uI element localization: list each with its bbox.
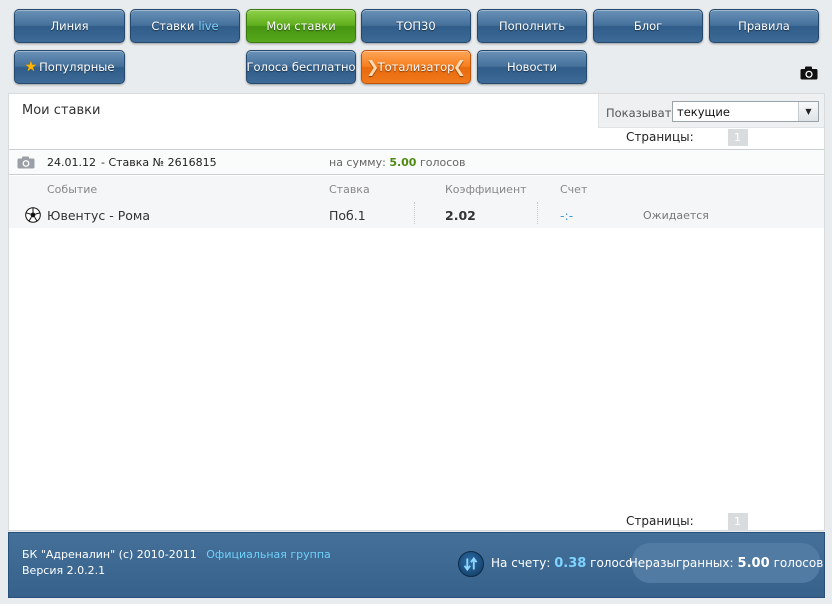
bet-date: 24.01.12	[47, 156, 96, 169]
nav-deposit-button[interactable]: Пополнить	[477, 9, 587, 43]
bet-sum-unit: голосов	[419, 156, 466, 169]
bet-status: Ожидается	[643, 209, 709, 222]
column-divider	[414, 202, 415, 224]
event-name[interactable]: Ювентус - Рома	[47, 208, 150, 223]
column-header-event: Событие	[47, 183, 98, 196]
bet-type: Поб.1	[329, 208, 366, 223]
bet-sum-label: на сумму:	[329, 156, 386, 169]
page-number[interactable]: 1	[727, 513, 748, 530]
bet-number: - Ставка № 2616815	[101, 156, 217, 169]
nav-bets-label: Ставки	[151, 19, 195, 33]
coefficient-value: 2.02	[445, 208, 476, 223]
nav-deposit-label: Пополнить	[498, 19, 566, 33]
camera-icon[interactable]	[17, 156, 35, 169]
bet-header: 24.01.12 - Ставка № 2616815 на сумму: 5.…	[9, 149, 824, 175]
column-header-bet: Ставка	[329, 183, 370, 196]
pending-label: Неразыгранных:	[628, 556, 734, 570]
balance-value: 0.38	[554, 556, 587, 571]
balance-label: На счету:	[491, 556, 551, 570]
nav-totalizator-button[interactable]: ❯ Тотализатор ❮	[361, 50, 471, 84]
filter-select[interactable]: текущие ▼	[672, 101, 819, 122]
nav-popular-label: Популярные	[39, 60, 115, 74]
nav-top30-button[interactable]: ТОП30	[361, 9, 471, 43]
nav-top30-label: ТОП30	[396, 19, 436, 33]
star-icon: ★	[24, 59, 38, 75]
nav-blog-button[interactable]: Блог	[593, 9, 703, 43]
bet-sum: на сумму: 5.00 голосов	[329, 156, 465, 169]
my-bets-panel: Мои ставки Показывать текущие ▼ Страницы…	[8, 93, 825, 531]
pagination-bottom: Страницы: 1	[626, 513, 748, 530]
column-divider	[537, 202, 538, 224]
nav-popular-button[interactable]: ★ Популярные	[14, 50, 125, 84]
camera-icon[interactable]	[800, 66, 818, 80]
nav-bets-live-button[interactable]: Ставки live	[130, 9, 240, 43]
nav-news-button[interactable]: Новости	[477, 50, 587, 84]
column-header-coef: Коэффициент	[445, 183, 527, 196]
column-header-score: Счет	[560, 183, 588, 196]
balance: На счету: 0.38 голосов	[491, 556, 640, 571]
nav-my-bets-button[interactable]: Мои ставки	[246, 9, 356, 43]
nav-free-votes-label: Голоса бесплатно	[246, 60, 356, 74]
dropdown-arrow-icon[interactable]: ▼	[798, 102, 818, 121]
filter-label: Показывать	[606, 106, 679, 120]
nav-blog-label: Блог	[633, 19, 663, 33]
bet-sum-value: 5.00	[389, 156, 417, 169]
pages-label: Страницы:	[626, 130, 694, 144]
footer: БК "Адреналин" (c) 2010-2011 Официальная…	[8, 532, 825, 598]
chevron-left-icon: ❮	[452, 57, 466, 76]
nav-news-label: Новости	[507, 60, 557, 74]
pagination-top: Страницы: 1	[626, 129, 748, 146]
pending-bets-badge: Неразыгранных: 5.00 голосов	[628, 543, 823, 583]
nav-line-label: Линия	[50, 19, 89, 33]
pending-unit: голосов	[773, 556, 824, 570]
filter-box: Показывать текущие ▼	[598, 94, 824, 128]
nav-live-label: live	[198, 19, 219, 33]
nav-my-bets-label: Мои ставки	[266, 19, 336, 33]
pending-value: 5.00	[737, 555, 770, 571]
soccer-ball-icon	[25, 207, 41, 223]
bet-table: Событие Ставка Коэффициент Счет Ювентус …	[9, 176, 824, 228]
official-group-link[interactable]: Официальная группа	[206, 548, 331, 561]
account-icon[interactable]	[458, 551, 484, 577]
score-value: -:-	[560, 208, 574, 223]
nav-line-button[interactable]: Линия	[14, 9, 125, 43]
page-title: Мои ставки	[22, 103, 101, 118]
copyright-text: БК "Адреналин" (c) 2010-2011	[22, 548, 197, 561]
page-number[interactable]: 1	[727, 129, 748, 146]
nav-free-votes-button[interactable]: Голоса бесплатно	[246, 50, 356, 84]
pages-label: Страницы:	[626, 514, 694, 528]
account-arrows-icon	[463, 556, 478, 572]
nav-totalizator-label: Тотализатор	[377, 60, 455, 74]
filter-select-value: текущие	[677, 105, 730, 119]
nav-rules-button[interactable]: Правила	[709, 9, 819, 43]
version-text: Версия 2.0.2.1	[22, 564, 106, 577]
chevron-right-icon: ❯	[366, 57, 380, 76]
copyright: БК "Адреналин" (c) 2010-2011 Официальная…	[22, 548, 331, 561]
nav-rules-label: Правила	[738, 19, 790, 33]
